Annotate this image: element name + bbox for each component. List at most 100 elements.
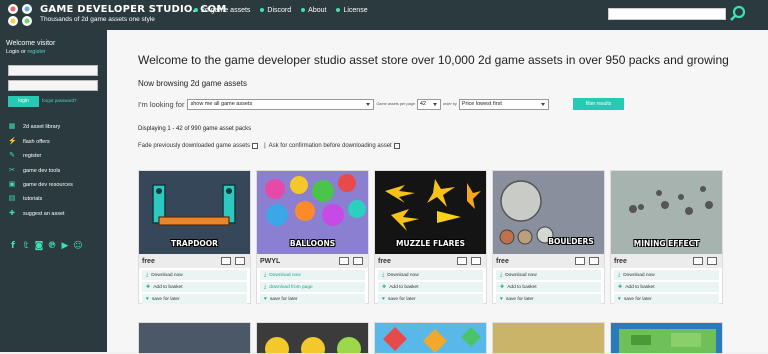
save-for-later-button[interactable]: ♥ save for later (378, 294, 483, 304)
asset-title: MUZZLE FLARES (396, 239, 465, 248)
nav-discord[interactable]: Discord (260, 7, 291, 14)
sidebar-item-label: game dev resources (23, 182, 73, 188)
image-icon[interactable] (575, 257, 585, 265)
action-label: Download now (623, 272, 655, 278)
asset-thumbnail[interactable]: MUZZLE FLARES (375, 171, 486, 254)
add-to-basket-button[interactable]: ✚ Add to basket (614, 282, 719, 292)
options-row: Fade previously downloaded game assets |… (138, 143, 403, 149)
asset-thumbnail[interactable]: TRAPDOOR (139, 171, 250, 254)
youtube-icon[interactable]: ▶ (60, 241, 70, 251)
filter-results-button[interactable]: filter results (573, 98, 624, 110)
basket-icon: ✚ (382, 284, 387, 290)
save-for-later-button[interactable]: ♥ save for later (614, 294, 719, 304)
heart-icon: ♥ (500, 296, 503, 302)
forgot-password-link[interactable]: forgot password? (42, 98, 77, 103)
save-for-later-button[interactable]: ♥ save for later (260, 294, 365, 304)
price: free (378, 257, 391, 265)
map-image (619, 329, 716, 353)
action-label: download from page (269, 284, 313, 290)
sidebar-item-tutorials[interactable]: ▤ tutorials (8, 194, 43, 204)
search-icon[interactable] (729, 5, 747, 23)
asset-thumbnail[interactable] (374, 322, 487, 354)
add-to-basket-button[interactable]: ✚ Add to basket (378, 282, 483, 292)
download-button[interactable]: ⤓ Download now (496, 270, 601, 280)
image-icon[interactable] (339, 257, 349, 265)
category-select[interactable]: show me all game assets (187, 98, 375, 110)
flash-icon: ⚡ (8, 138, 17, 145)
action-label: Add to basket (153, 284, 183, 290)
per-page-select[interactable]: 42 (416, 98, 441, 110)
action-label: Add to basket (389, 284, 419, 290)
nav-license[interactable]: License (336, 7, 368, 14)
price: free (614, 257, 627, 265)
login-button[interactable]: login (8, 96, 39, 107)
welcome-text: Welcome visitor (6, 40, 56, 47)
download-button[interactable]: ⤓ Download now (260, 270, 365, 280)
pinterest-icon[interactable]: ℗ (47, 241, 57, 251)
add-to-basket-button[interactable]: ✚ Add to basket (496, 282, 601, 292)
separator: | (264, 143, 266, 149)
nav-about[interactable]: About (301, 7, 326, 14)
download-button[interactable]: ⤓ Download now (378, 270, 483, 280)
nav-label: License (343, 7, 368, 14)
confirm-label: Ask for confirmation before downloading … (268, 143, 392, 149)
order-select[interactable]: Price lowest first (458, 98, 549, 110)
price-bar: PWYL (257, 254, 368, 268)
grid-icon: ▦ (8, 123, 16, 130)
main-content: Welcome to the game developer studio ass… (107, 30, 768, 354)
asset-title: BALLOONS (289, 239, 336, 248)
download-from-page-button[interactable]: ⤓ download from page (260, 282, 365, 292)
sidebar-item-label: tutorials (23, 196, 43, 202)
price: PWYL (260, 257, 281, 265)
asset-thumbnail[interactable] (492, 322, 605, 354)
asset-thumbnail[interactable]: MINING EFFECT (611, 171, 722, 254)
save-for-later-button[interactable]: ♥ save for later (142, 294, 247, 304)
sidebar-item-suggest-asset[interactable]: ✚ suggest an asset (8, 209, 65, 219)
download-button[interactable]: ⤓ Download now (142, 270, 247, 280)
bullet-icon (336, 8, 341, 13)
browsing-subtitle: Now browsing 2d game assets (138, 79, 247, 88)
nav-2d-game-assets[interactable]: 2d game assets (194, 7, 250, 14)
sidebar-item-register[interactable]: ✎ register (8, 151, 41, 161)
sidebar-item-game-dev-tools[interactable]: ✂ game dev tools (8, 166, 60, 176)
asset-thumbnail[interactable] (256, 322, 369, 354)
asset-thumbnail[interactable] (138, 322, 251, 354)
action-label: Download now (269, 272, 301, 278)
action-label: save for later (623, 296, 652, 302)
sidebar-item-label: register (23, 153, 42, 159)
asset-thumbnail[interactable]: BOULDERS (493, 171, 604, 254)
search-input[interactable] (608, 8, 726, 20)
add-to-basket-button[interactable]: ✚ Add to basket (142, 282, 247, 292)
instagram-icon[interactable]: ◙ (34, 241, 44, 251)
image-icon[interactable] (693, 257, 703, 265)
basket-icon: ✚ (618, 284, 623, 290)
download-button[interactable]: ⤓ Download now (614, 270, 719, 280)
twitter-icon[interactable]: 𝕥 (21, 241, 31, 251)
basket-icon: ✚ (500, 284, 505, 290)
username-field[interactable] (8, 65, 98, 76)
folder-icon[interactable] (235, 257, 245, 265)
asset-title: BOULDERS (548, 237, 594, 246)
image-icon[interactable] (457, 257, 467, 265)
asset-thumbnail[interactable] (610, 322, 723, 354)
folder-icon[interactable] (353, 257, 363, 265)
asset-thumbnail[interactable]: BALLOONS (257, 171, 368, 254)
discord-icon[interactable]: ☺ (73, 241, 83, 251)
sidebar-item-asset-library[interactable]: ▦ 2d asset library (8, 122, 61, 132)
folder-icon[interactable] (471, 257, 481, 265)
login-link[interactable]: Login (6, 49, 19, 55)
fade-checkbox[interactable] (252, 143, 259, 149)
logo-icon[interactable] (6, 3, 34, 27)
facebook-icon[interactable]: f (8, 241, 18, 251)
sidebar-item-flash-offers[interactable]: ⚡ flash offers (8, 137, 50, 147)
sidebar-item-game-dev-resources[interactable]: ▣ game dev resources (8, 180, 73, 190)
asset-card: BALLOONS PWYL ⤓ Download now ⤓ download fr… (256, 170, 369, 304)
password-field[interactable] (8, 80, 98, 91)
register-link[interactable]: register (27, 49, 45, 55)
save-for-later-button[interactable]: ♥ save for later (496, 294, 601, 304)
image-icon[interactable] (221, 257, 231, 265)
folder-icon[interactable] (589, 257, 599, 265)
confirm-checkbox[interactable] (393, 143, 400, 149)
folder-icon[interactable] (707, 257, 717, 265)
top-bar: GAME DEVELOPER STUDIO. COM Thousands of … (0, 0, 768, 30)
